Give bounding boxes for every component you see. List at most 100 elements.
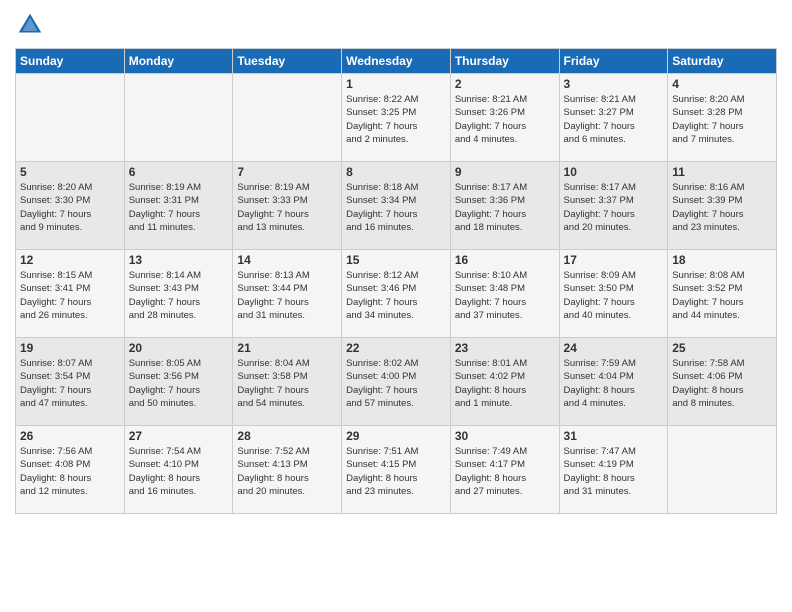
calendar-cell: 11 Sunrise: 8:16 AMSunset: 3:39 PMDayligh…	[668, 162, 777, 250]
day-number: 28	[237, 429, 337, 443]
day-info: Sunrise: 7:49 AMSunset: 4:17 PMDaylight:…	[455, 445, 555, 498]
calendar-cell	[124, 74, 233, 162]
day-info: Sunrise: 8:17 AMSunset: 3:37 PMDaylight:…	[564, 181, 664, 234]
day-number: 23	[455, 341, 555, 355]
day-info: Sunrise: 8:10 AMSunset: 3:48 PMDaylight:…	[455, 269, 555, 322]
calendar-cell	[16, 74, 125, 162]
day-info: Sunrise: 7:59 AMSunset: 4:04 PMDaylight:…	[564, 357, 664, 410]
calendar-cell: 31 Sunrise: 7:47 AMSunset: 4:19 PMDayligh…	[559, 426, 668, 514]
calendar-cell: 21Sunrise: 8:04 AMSunset: 3:58 PMDayligh…	[233, 338, 342, 426]
day-info: Sunrise: 8:19 AMSunset: 3:31 PMDaylight:…	[129, 181, 229, 234]
calendar-cell: 24 Sunrise: 7:59 AMSunset: 4:04 PMDayligh…	[559, 338, 668, 426]
calendar: SundayMondayTuesdayWednesdayThursdayFrid…	[15, 48, 777, 514]
calendar-cell: 20 Sunrise: 8:05 AMSunset: 3:56 PMDayligh…	[124, 338, 233, 426]
day-number: 12	[20, 253, 120, 267]
day-number: 24	[564, 341, 664, 355]
day-info: Sunrise: 8:13 AMSunset: 3:44 PMDaylight:…	[237, 269, 337, 322]
calendar-cell: 15 Sunrise: 8:12 AMSunset: 3:46 PMDayligh…	[342, 250, 451, 338]
day-info: Sunrise: 7:47 AMSunset: 4:19 PMDaylight:…	[564, 445, 664, 498]
day-number: 25	[672, 341, 772, 355]
calendar-cell: 23 Sunrise: 8:01 AMSunset: 4:02 PMDayligh…	[450, 338, 559, 426]
day-info: Sunrise: 8:21 AMSunset: 3:26 PMDaylight:…	[455, 93, 555, 146]
day-number: 6	[129, 165, 229, 179]
day-info: Sunrise: 8:09 AMSunset: 3:50 PMDaylight:…	[564, 269, 664, 322]
calendar-cell	[233, 74, 342, 162]
day-of-week-header: Sunday	[16, 49, 125, 74]
day-number: 27	[129, 429, 229, 443]
calendar-cell: 12 Sunrise: 8:15 AMSunset: 3:41 PMDayligh…	[16, 250, 125, 338]
day-of-week-header: Monday	[124, 49, 233, 74]
day-of-week-header: Thursday	[450, 49, 559, 74]
calendar-header: SundayMondayTuesdayWednesdayThursdayFrid…	[16, 49, 777, 74]
calendar-cell: 28 Sunrise: 7:52 AMSunset: 4:13 PMDayligh…	[233, 426, 342, 514]
calendar-cell: 5Sunrise: 8:20 AMSunset: 3:30 PMDaylight…	[16, 162, 125, 250]
calendar-cell: 25 Sunrise: 7:58 AMSunset: 4:06 PMDayligh…	[668, 338, 777, 426]
day-number: 19	[20, 341, 120, 355]
day-number: 11	[672, 165, 772, 179]
day-number: 1	[346, 77, 446, 91]
calendar-cell: 14 Sunrise: 8:13 AMSunset: 3:44 PMDayligh…	[233, 250, 342, 338]
day-number: 14	[237, 253, 337, 267]
day-number: 17	[564, 253, 664, 267]
day-info: Sunrise: 8:22 AMSunset: 3:25 PMDaylight:…	[346, 93, 446, 146]
calendar-cell: 17 Sunrise: 8:09 AMSunset: 3:50 PMDayligh…	[559, 250, 668, 338]
logo	[15, 10, 49, 40]
day-info: Sunrise: 8:18 AMSunset: 3:34 PMDaylight:…	[346, 181, 446, 234]
day-info: Sunrise: 8:12 AMSunset: 3:46 PMDaylight:…	[346, 269, 446, 322]
day-number: 13	[129, 253, 229, 267]
day-info: Sunrise: 7:54 AMSunset: 4:10 PMDaylight:…	[129, 445, 229, 498]
day-info: Sunrise: 8:17 AMSunset: 3:36 PMDaylight:…	[455, 181, 555, 234]
day-info: Sunrise: 7:52 AMSunset: 4:13 PMDaylight:…	[237, 445, 337, 498]
calendar-cell: 22 Sunrise: 8:02 AMSunset: 4:00 PMDayligh…	[342, 338, 451, 426]
calendar-cell: 8Sunrise: 8:18 AMSunset: 3:34 PMDaylight…	[342, 162, 451, 250]
day-info: Sunrise: 8:15 AMSunset: 3:41 PMDaylight:…	[20, 269, 120, 322]
day-info: Sunrise: 8:16 AMSunset: 3:39 PMDaylight:…	[672, 181, 772, 234]
day-number: 29	[346, 429, 446, 443]
day-number: 22	[346, 341, 446, 355]
calendar-cell: 29 Sunrise: 7:51 AMSunset: 4:15 PMDayligh…	[342, 426, 451, 514]
calendar-cell: 4 Sunrise: 8:20 AMSunset: 3:28 PMDaylight…	[668, 74, 777, 162]
calendar-cell: 13 Sunrise: 8:14 AMSunset: 3:43 PMDayligh…	[124, 250, 233, 338]
day-number: 5	[20, 165, 120, 179]
logo-icon	[15, 10, 45, 40]
day-number: 26	[20, 429, 120, 443]
day-info: Sunrise: 7:56 AMSunset: 4:08 PMDaylight:…	[20, 445, 120, 498]
calendar-cell: 2 Sunrise: 8:21 AMSunset: 3:26 PMDaylight…	[450, 74, 559, 162]
calendar-cell: 30 Sunrise: 7:49 AMSunset: 4:17 PMDayligh…	[450, 426, 559, 514]
day-number: 4	[672, 77, 772, 91]
day-of-week-header: Friday	[559, 49, 668, 74]
day-info: Sunrise: 8:19 AMSunset: 3:33 PMDaylight:…	[237, 181, 337, 234]
day-info: Sunrise: 8:01 AMSunset: 4:02 PMDaylight:…	[455, 357, 555, 410]
calendar-cell: 7 Sunrise: 8:19 AMSunset: 3:33 PMDaylight…	[233, 162, 342, 250]
day-number: 7	[237, 165, 337, 179]
calendar-cell: 1 Sunrise: 8:22 AMSunset: 3:25 PMDaylight…	[342, 74, 451, 162]
day-of-week-header: Tuesday	[233, 49, 342, 74]
day-number: 15	[346, 253, 446, 267]
day-info: Sunrise: 7:58 AMSunset: 4:06 PMDaylight:…	[672, 357, 772, 410]
day-info: Sunrise: 8:21 AMSunset: 3:27 PMDaylight:…	[564, 93, 664, 146]
page-header	[15, 10, 777, 40]
day-number: 30	[455, 429, 555, 443]
day-info: Sunrise: 8:07 AMSunset: 3:54 PMDaylight:…	[20, 357, 120, 410]
calendar-cell: 6 Sunrise: 8:19 AMSunset: 3:31 PMDaylight…	[124, 162, 233, 250]
calendar-cell: 16 Sunrise: 8:10 AMSunset: 3:48 PMDayligh…	[450, 250, 559, 338]
day-number: 18	[672, 253, 772, 267]
calendar-cell	[668, 426, 777, 514]
day-number: 31	[564, 429, 664, 443]
day-number: 16	[455, 253, 555, 267]
calendar-cell: 19 Sunrise: 8:07 AMSunset: 3:54 PMDayligh…	[16, 338, 125, 426]
calendar-cell: 3 Sunrise: 8:21 AMSunset: 3:27 PMDaylight…	[559, 74, 668, 162]
day-number: 3	[564, 77, 664, 91]
day-info: Sunrise: 8:14 AMSunset: 3:43 PMDaylight:…	[129, 269, 229, 322]
day-number: 20	[129, 341, 229, 355]
day-info: Sunrise: 8:05 AMSunset: 3:56 PMDaylight:…	[129, 357, 229, 410]
day-info: Sunrise: 8:02 AMSunset: 4:00 PMDaylight:…	[346, 357, 446, 410]
day-number: 2	[455, 77, 555, 91]
calendar-cell: 9Sunrise: 8:17 AMSunset: 3:36 PMDaylight…	[450, 162, 559, 250]
calendar-cell: 26 Sunrise: 7:56 AMSunset: 4:08 PMDayligh…	[16, 426, 125, 514]
day-info: Sunrise: 8:20 AMSunset: 3:28 PMDaylight:…	[672, 93, 772, 146]
day-of-week-header: Saturday	[668, 49, 777, 74]
day-number: 10	[564, 165, 664, 179]
day-of-week-header: Wednesday	[342, 49, 451, 74]
day-info: Sunrise: 7:51 AMSunset: 4:15 PMDaylight:…	[346, 445, 446, 498]
